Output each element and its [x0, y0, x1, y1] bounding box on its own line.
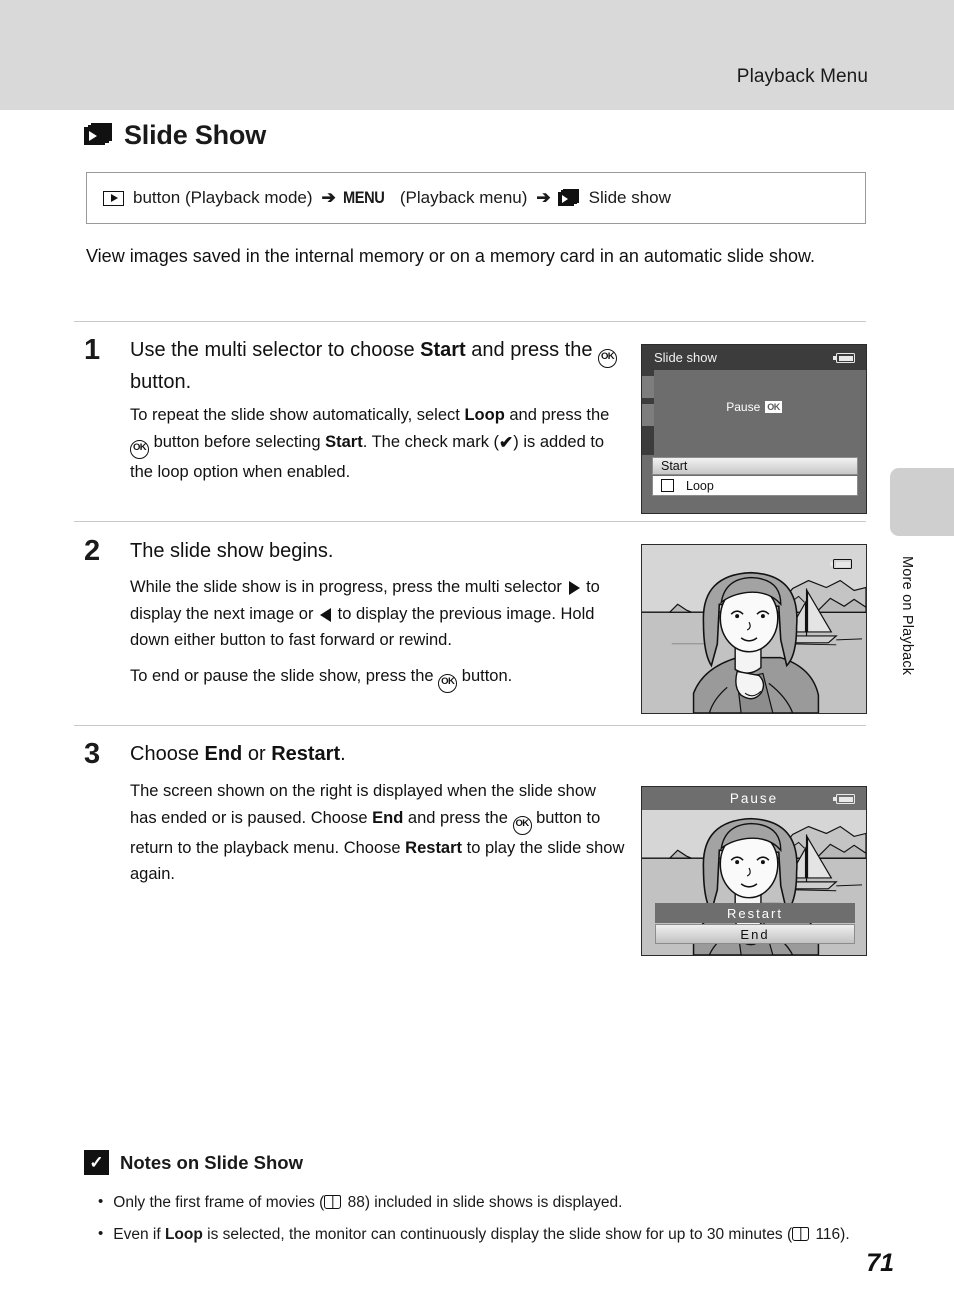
step1-title-post: button.	[130, 371, 192, 393]
note-text-2: Even if Loop is selected, the monitor ca…	[113, 1226, 850, 1244]
bullet-icon: •	[98, 1225, 104, 1243]
note-item: • Only the first frame of movies ( 88) i…	[98, 1191, 874, 1215]
page-header-band	[0, 0, 954, 110]
section-heading-text: Slide Show	[124, 120, 267, 150]
check-mark-icon: ✔	[499, 432, 514, 452]
battery-icon	[833, 794, 855, 804]
multi-selector-left-icon	[320, 607, 332, 622]
screen3-title-text: Pause	[729, 791, 779, 806]
camera-screen-slideshow-paused: Pause Restart End	[641, 786, 867, 956]
screen1-title-text: Slide show	[654, 350, 717, 365]
step2-paragraph-1: While the slide show is in progress, pre…	[130, 578, 600, 650]
screen1-pause-label: Pause	[726, 400, 761, 414]
step1-title-bold: Start	[420, 339, 466, 361]
ok-button-icon: OK	[438, 674, 458, 694]
notes-section: ✓ Notes on Slide Show • Only the first f…	[84, 1150, 874, 1255]
step-title-1: Use the multi selector to choose Start a…	[130, 336, 620, 397]
bullet-icon: •	[98, 1193, 104, 1210]
section-tab	[890, 468, 954, 536]
screen1-loop-label: Loop	[686, 478, 714, 493]
notes-header: ✓ Notes on Slide Show	[84, 1150, 874, 1175]
step-body-3: The screen shown on the right is display…	[130, 778, 625, 897]
multi-selector-right-icon	[568, 581, 580, 595]
ok-button-icon: OK	[598, 349, 618, 368]
battery-icon	[833, 353, 855, 363]
note-text-1: Only the first frame of movies ( 88) inc…	[113, 1194, 623, 1211]
slideshow-stack-icon-small	[557, 188, 580, 208]
arrow-right-icon-1: ➔	[321, 188, 336, 207]
woman-seaside-sailboat-illustration	[642, 545, 866, 713]
camera-screen-slideshow-menu: Slide show Pause OK Start Loop	[641, 344, 867, 514]
screen1-titlebar: Slide show	[642, 345, 866, 370]
page-number: 71	[866, 1249, 894, 1277]
page-title: Playback Menu	[736, 66, 868, 87]
arrow-right-icon-2: ➔	[536, 188, 551, 207]
step-title-3: Choose End or Restart.	[130, 740, 620, 769]
step2-title-text: The slide show begins.	[130, 540, 334, 562]
step1-title-pre: Use the multi selector to choose	[130, 339, 421, 361]
caution-check-icon: ✓	[84, 1150, 109, 1175]
step2-paragraph-2: To end or pause the slide show, press th…	[130, 663, 625, 694]
step-number-1: 1	[84, 334, 101, 366]
step-body-2: While the slide show is in progress, pre…	[130, 574, 625, 702]
step-number-3: 3	[84, 738, 101, 770]
menu-path-line: button (Playback mode) ➔ MENU (Playback …	[103, 188, 675, 208]
menu-path-part3: Slide show	[588, 188, 671, 207]
divider-3	[74, 725, 866, 726]
step3-title-pre: Choose	[130, 743, 205, 765]
reference-book-icon	[324, 1195, 342, 1209]
notes-title: Notes on Slide Show	[120, 1151, 303, 1173]
screen1-loop-item[interactable]: Loop	[652, 476, 858, 496]
screen3-restart-item[interactable]: Restart	[655, 903, 855, 923]
screen1-start-label: Start	[661, 459, 688, 473]
step3-title-post: .	[340, 743, 346, 765]
screen1-start-item[interactable]: Start	[652, 457, 858, 475]
playback-button-icon	[103, 190, 124, 206]
step3-title-bold2: Restart	[271, 743, 341, 765]
menu-path-part1: button (Playback mode)	[133, 188, 313, 207]
screen3-end-item[interactable]: End	[655, 924, 855, 944]
section-tab-label: More on Playback	[899, 556, 915, 676]
step3-title-bold: End	[204, 743, 243, 765]
slideshow-stack-icon	[84, 123, 112, 148]
intro-paragraph: View images saved in the internal memory…	[86, 246, 816, 266]
menu-path-box: button (Playback mode) ➔ MENU (Playback …	[86, 172, 866, 224]
screen3-titlebar: Pause	[642, 787, 866, 810]
ok-button-icon: OK	[512, 815, 532, 835]
step1-title-mid: and press the	[465, 339, 599, 361]
section-heading: Slide Show	[84, 120, 266, 151]
step-title-2: The slide show begins.	[130, 537, 620, 566]
battery-icon	[830, 559, 852, 569]
divider-2	[74, 521, 866, 522]
ok-button-icon: OK	[130, 439, 149, 459]
step3-title-mid: or	[242, 743, 272, 765]
step-number-2: 2	[84, 535, 101, 567]
screen1-pause-hint: Pause OK	[642, 400, 866, 414]
step1-paragraph: To repeat the slide show automatically, …	[130, 406, 610, 481]
divider-1	[74, 321, 866, 322]
menu-path-part2: (Playback menu)	[399, 188, 528, 207]
step-body-1: To repeat the slide show automatically, …	[130, 402, 625, 494]
screen3-restart-label: Restart	[727, 905, 783, 921]
camera-screen-slideshow-playing	[641, 544, 867, 714]
step3-paragraph: The screen shown on the right is display…	[130, 782, 625, 884]
menu-button-label: MENU	[342, 188, 385, 207]
ok-badge-icon: OK	[765, 401, 782, 413]
loop-checkbox[interactable]	[661, 479, 674, 492]
screen3-end-label: End	[740, 926, 770, 942]
reference-book-icon	[792, 1227, 810, 1242]
manual-page: Playback Menu More on Playback Slide Sho…	[0, 0, 954, 1314]
note-item: • Even if Loop is selected, the monitor …	[98, 1223, 874, 1247]
